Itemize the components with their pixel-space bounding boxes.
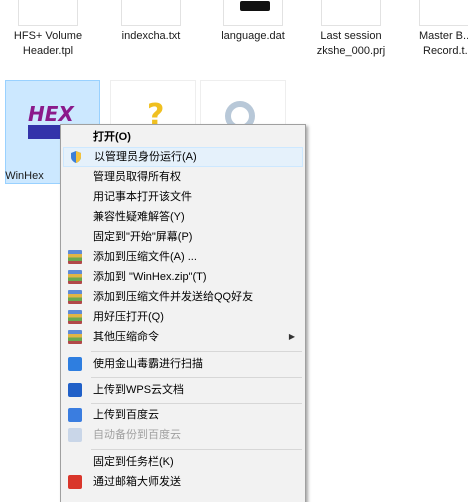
menu-item-label: 其他压缩命令 bbox=[93, 331, 159, 343]
file-thumbnail bbox=[18, 0, 78, 26]
file-thumbnail bbox=[419, 0, 468, 26]
menu-item-add-send-qq[interactable]: 添加到压缩文件并发送给QQ好友 bbox=[63, 287, 303, 307]
file-name: indexcha.txt bbox=[121, 30, 181, 42]
menu-item-label: 兼容性疑难解答(Y) bbox=[93, 211, 185, 223]
winrar-icon bbox=[68, 310, 82, 324]
menu-separator bbox=[91, 403, 302, 404]
submenu-arrow-icon: ▶ bbox=[288, 332, 295, 341]
file-thumbnail-help[interactable]: ? bbox=[110, 80, 196, 131]
file-tile-hfs[interactable]: HFS+ Volume Header.tpl bbox=[4, 0, 92, 64]
file-name-line2: Record.t... bbox=[423, 45, 468, 57]
menu-item-send-via-mail-master[interactable]: 通过邮箱大师发送 bbox=[63, 472, 303, 492]
file-tile-indexcha[interactable]: indexcha.txt bbox=[107, 0, 195, 64]
menu-item-label: 上传到百度云 bbox=[93, 409, 159, 421]
file-thumbnail-settings[interactable] bbox=[200, 80, 286, 131]
menu-item-label: 添加到压缩文件并发送给QQ好友 bbox=[93, 291, 254, 303]
menu-item-compat-troubleshoot[interactable]: 兼容性疑难解答(Y) bbox=[63, 207, 303, 227]
menu-item-auto-backup-baidu: 自动备份到百度云 bbox=[63, 425, 303, 445]
menu-item-pin-to-start[interactable]: 固定到"开始"屏幕(P) bbox=[63, 227, 303, 247]
winrar-icon bbox=[68, 330, 82, 344]
winrar-icon bbox=[68, 290, 82, 304]
menu-item-take-ownership[interactable]: 管理员取得所有权 bbox=[63, 167, 303, 187]
menu-item-kingsoft-scan[interactable]: 使用金山毒霸进行扫描 bbox=[63, 354, 303, 374]
file-name-line1: HFS+ Volume bbox=[13, 30, 83, 42]
menu-item-open-notepad[interactable]: 用记事本打开该文件 bbox=[63, 187, 303, 207]
menu-item-label: 通过邮箱大师发送 bbox=[93, 476, 181, 488]
menu-item-label: 添加到压缩文件(A) ... bbox=[93, 251, 197, 263]
menu-item-label: 自动备份到百度云 bbox=[93, 429, 181, 441]
file-name-line1: Last session bbox=[320, 30, 382, 42]
menu-item-add-to-archive[interactable]: 添加到压缩文件(A) ... bbox=[63, 247, 303, 267]
file-thumbnail bbox=[321, 0, 381, 26]
menu-item-other-compress[interactable]: 其他压缩命令 ▶ bbox=[63, 327, 303, 347]
context-menu: 打开(O) 以管理员身份运行(A) 管理员取得所有权 用记事本打开该文件 兼容性… bbox=[60, 124, 306, 502]
file-tile-master-boot[interactable]: Master B... Record.t... bbox=[405, 0, 468, 64]
menu-item-run-as-admin[interactable]: 以管理员身份运行(A) bbox=[63, 147, 303, 167]
file-name-line1: Master B... bbox=[419, 30, 468, 42]
menu-item-open[interactable]: 打开(O) bbox=[63, 127, 303, 147]
kingsoft-antivirus-icon bbox=[68, 357, 82, 371]
menu-separator bbox=[91, 351, 302, 352]
menu-item-label: 添加到 "WinHex.zip"(T) bbox=[93, 271, 207, 283]
menu-item-label: 固定到任务栏(K) bbox=[93, 456, 174, 468]
winrar-icon bbox=[68, 250, 82, 264]
menu-item-label: 上传到WPS云文档 bbox=[93, 384, 185, 396]
file-name-line2: zkshe_000.prj bbox=[316, 45, 386, 57]
mail-master-icon bbox=[68, 475, 82, 489]
menu-item-pin-to-taskbar[interactable]: 固定到任务栏(K) bbox=[63, 452, 303, 472]
menu-item-open-with-haozip[interactable]: 用好压打开(Q) bbox=[63, 307, 303, 327]
menu-item-label: 管理员取得所有权 bbox=[93, 171, 181, 183]
menu-separator bbox=[91, 377, 302, 378]
menu-item-label: 用好压打开(Q) bbox=[93, 311, 164, 323]
menu-item-label: 使用金山毒霸进行扫描 bbox=[93, 358, 203, 370]
menu-item-label: 以管理员身份运行(A) bbox=[94, 151, 197, 163]
winrar-icon bbox=[68, 270, 82, 284]
menu-item-upload-wps[interactable]: 上传到WPS云文档 bbox=[63, 380, 303, 400]
dat-label-icon bbox=[240, 1, 270, 11]
file-name-line2: Header.tpl bbox=[22, 45, 74, 57]
svg-text:HEX: HEX bbox=[28, 102, 75, 126]
menu-separator bbox=[91, 449, 302, 450]
file-name: language.dat bbox=[221, 30, 285, 42]
baidu-cloud-icon bbox=[68, 428, 82, 442]
wps-cloud-icon bbox=[68, 383, 82, 397]
file-tile-last-session[interactable]: Last session zkshe_000.prj bbox=[307, 0, 395, 64]
file-tile-language[interactable]: language.dat bbox=[209, 0, 297, 64]
uac-shield-icon bbox=[69, 150, 83, 164]
file-thumbnail bbox=[223, 0, 283, 26]
menu-item-label: 打开(O) bbox=[93, 131, 131, 143]
baidu-cloud-icon bbox=[68, 408, 82, 422]
menu-item-upload-baidu[interactable]: 上传到百度云 bbox=[63, 405, 303, 425]
menu-item-label: 固定到"开始"屏幕(P) bbox=[93, 231, 193, 243]
menu-item-label: 用记事本打开该文件 bbox=[93, 191, 192, 203]
menu-item-add-to-zip[interactable]: 添加到 "WinHex.zip"(T) bbox=[63, 267, 303, 287]
file-thumbnail bbox=[121, 0, 181, 26]
